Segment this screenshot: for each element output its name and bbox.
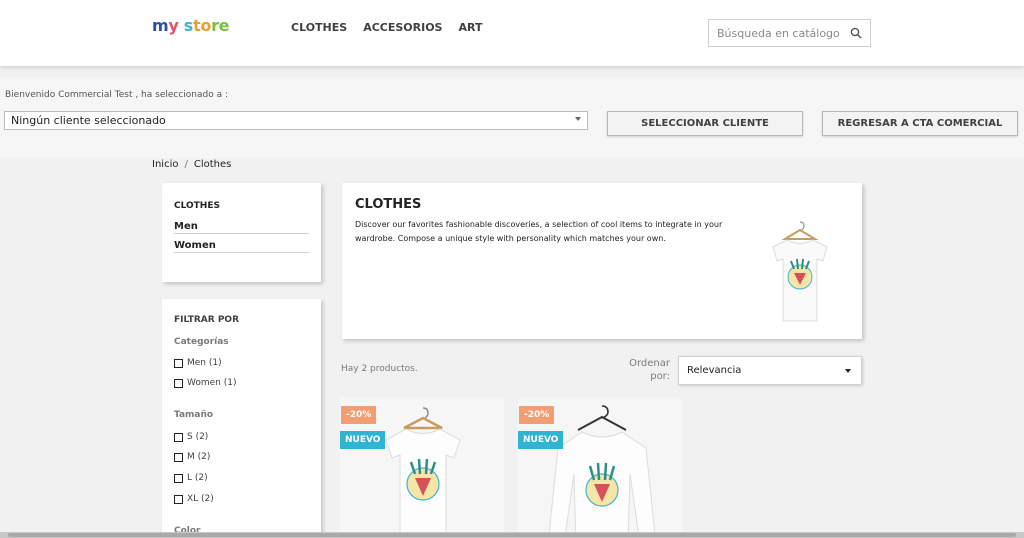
filter-option-women[interactable]: Women (1) bbox=[174, 378, 237, 388]
main-nav: CLOTHES ACCESORIOS ART bbox=[291, 21, 482, 34]
nav-item-accesorios[interactable]: ACCESORIOS bbox=[363, 21, 442, 34]
commercial-strip: Bienvenido Commercial Test , ha seleccio… bbox=[0, 78, 1024, 158]
logo-part: y bbox=[168, 16, 184, 35]
filter-option-label: Women (1) bbox=[187, 378, 237, 388]
product-count: Hay 2 productos. bbox=[341, 364, 418, 374]
filter-option-label: M (2) bbox=[187, 452, 211, 462]
category-tree-title: CLOTHES bbox=[174, 201, 220, 211]
subcategory-men[interactable]: Men bbox=[174, 221, 309, 234]
checkbox[interactable] bbox=[174, 494, 183, 504]
store-logo[interactable]: my store bbox=[152, 16, 230, 35]
category-tshirt-image bbox=[772, 221, 828, 322]
logo-part: to bbox=[193, 16, 212, 35]
breadcrumb-separator: / bbox=[184, 159, 188, 170]
scrollbar-thumb[interactable] bbox=[8, 533, 1016, 537]
filter-option-label: S (2) bbox=[187, 432, 209, 442]
discount-badge: -20% bbox=[341, 406, 377, 424]
filter-option-label: Men (1) bbox=[187, 358, 222, 368]
filter-panel: FILTRAR POR Categorías Men (1) Women (1)… bbox=[162, 299, 321, 538]
new-badge: NUEVO bbox=[340, 431, 386, 449]
longsleeve-image bbox=[548, 405, 656, 538]
filter-option-m[interactable]: M (2) bbox=[174, 452, 210, 462]
chevron-down-icon bbox=[575, 117, 581, 121]
category-header: CLOTHES Discover our favorites fashionab… bbox=[342, 183, 862, 339]
breadcrumb-current[interactable]: Clothes bbox=[194, 159, 232, 170]
filter-option-xl[interactable]: XL (2) bbox=[174, 494, 214, 504]
checkbox[interactable] bbox=[174, 378, 183, 388]
search-input[interactable] bbox=[709, 20, 844, 46]
logo-part: s bbox=[183, 16, 194, 35]
sort-select[interactable]: Relevancia bbox=[678, 356, 862, 385]
filter-title: FILTRAR POR bbox=[174, 315, 240, 325]
product-card[interactable]: -20% NUEVO bbox=[340, 398, 504, 538]
search-box bbox=[708, 19, 871, 47]
subcategory-women[interactable]: Women bbox=[174, 240, 309, 253]
product-card[interactable]: -20% NUEVO bbox=[518, 398, 682, 538]
sort-label: Ordenar por: bbox=[629, 358, 670, 382]
return-commercial-button[interactable]: REGRESAR A CTA COMERCIAL bbox=[822, 111, 1018, 136]
checkbox[interactable] bbox=[174, 432, 183, 442]
search-icon[interactable] bbox=[850, 27, 862, 39]
logo-part: m bbox=[152, 16, 169, 35]
checkbox[interactable] bbox=[174, 473, 183, 483]
category-title: CLOTHES bbox=[355, 197, 422, 212]
horizontal-scrollbar[interactable] bbox=[0, 532, 1024, 538]
nav-item-art[interactable]: ART bbox=[458, 21, 482, 34]
client-select[interactable]: Ningún cliente seleccionado bbox=[4, 111, 588, 130]
filter-option-l[interactable]: L (2) bbox=[174, 473, 208, 483]
checkbox[interactable] bbox=[174, 452, 183, 462]
filter-option-label: L (2) bbox=[187, 473, 208, 483]
category-tree: CLOTHES Men Women bbox=[162, 183, 321, 282]
facet-label-tamano: Tamaño bbox=[174, 410, 214, 420]
new-badge: NUEVO bbox=[518, 431, 564, 449]
discount-badge: -20% bbox=[519, 406, 555, 424]
checkbox[interactable] bbox=[174, 358, 183, 368]
breadcrumb-home[interactable]: Inicio bbox=[152, 159, 178, 170]
breadcrumb: Inicio / Clothes bbox=[152, 159, 231, 170]
filter-option-men[interactable]: Men (1) bbox=[174, 358, 222, 368]
client-select-value: Ningún cliente seleccionado bbox=[11, 114, 166, 127]
filter-option-label: XL (2) bbox=[187, 494, 214, 504]
sort-select-value: Relevancia bbox=[687, 365, 742, 376]
category-description: Discover our favorites fashionable disco… bbox=[355, 220, 723, 243]
filter-option-s[interactable]: S (2) bbox=[174, 432, 208, 442]
chevron-down-icon bbox=[845, 369, 851, 373]
select-client-button[interactable]: SELECCIONAR CLIENTE bbox=[607, 111, 803, 136]
nav-item-clothes[interactable]: CLOTHES bbox=[291, 21, 347, 34]
tshirt-image bbox=[385, 407, 461, 538]
logo-part: re bbox=[211, 16, 230, 35]
welcome-text: Bienvenido Commercial Test , ha seleccio… bbox=[5, 90, 229, 100]
site-header: my store CLOTHES ACCESORIOS ART bbox=[0, 0, 1024, 66]
facet-label-categorias: Categorías bbox=[174, 337, 229, 347]
